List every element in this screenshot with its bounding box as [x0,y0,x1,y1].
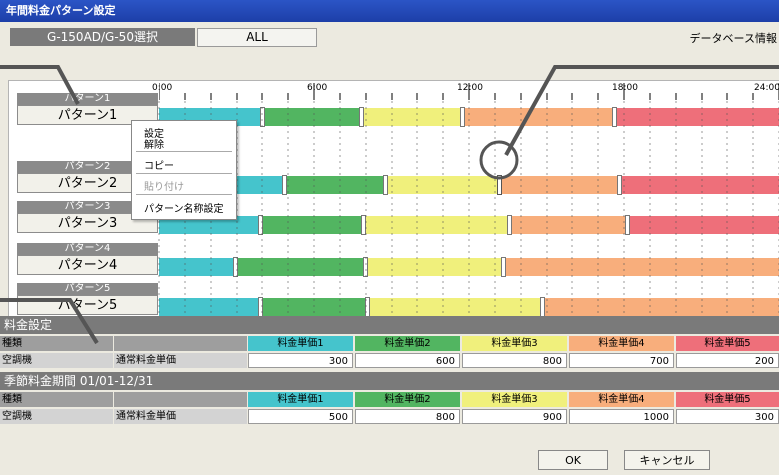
pattern-5-track[interactable] [159,297,779,317]
ruler-label-0: 0:00 [152,83,173,93]
p1-seg-price2[interactable] [265,108,361,126]
p2-seg-price4[interactable] [502,176,619,194]
p5-seg-price4[interactable] [545,298,779,316]
season-value-row: 空調機 通常料金単価 500 800 900 1000 300 [0,409,779,424]
pattern-5-label: パターン5 [17,283,158,295]
menu-item-paste: 貼り付け [144,182,184,193]
cancel-button[interactable]: キャンセル [624,450,710,470]
main-window: G-150AD/G-50選択 ALL データベース情報 0:00 6:00 12… [0,22,779,475]
price4-value[interactable]: 1000 [569,409,674,424]
season-header-row: 種類 料金単価1 料金単価2 料金単価3 料金単価4 料金単価5 [0,392,779,407]
p5-seg-price1[interactable] [159,298,260,316]
pattern-1-label: パターン1 [17,93,158,105]
pattern-4-label: パターン4 [17,243,158,255]
price5-value[interactable]: 300 [676,409,779,424]
price3-value[interactable]: 900 [462,409,567,424]
kind-header [114,392,247,407]
p4-seg-price4[interactable] [506,258,779,276]
menu-item-clear[interactable]: 解除 [144,136,164,151]
pattern-3-track[interactable] [159,215,779,235]
p4-seg-price2[interactable] [238,258,365,276]
database-info-label: データベース情報 [689,32,777,45]
p1-seg-price3[interactable] [364,108,462,126]
ruler-label-6: 6:00 [307,83,328,93]
kind-header [114,336,247,351]
rate-header-row: 種類 料金単価1 料金単価2 料金単価3 料金単価4 料金単価5 [0,336,779,351]
p3-seg-price2[interactable] [263,216,363,234]
p5-seg-price2[interactable] [263,298,367,316]
rate-section-header: 料金設定 [0,316,779,334]
pattern-1-track[interactable] [159,107,779,127]
price2-header: 料金単価2 [355,392,460,407]
p1-seg-price5[interactable] [617,108,779,126]
ruler-label-18: 18:00 [612,83,638,93]
pattern-panel: 0:00 6:00 12:00 18:00 24:00 パターン1 パターン1 … [8,80,779,322]
rate-value-row: 空調機 通常料金単価 300 600 800 700 200 [0,353,779,368]
ruler-label-12: 12:00 [457,83,483,93]
p2-seg-price2[interactable] [287,176,385,194]
type-header: 種類 [0,336,113,351]
price5-header: 料金単価5 [676,392,779,407]
p5-seg-price3[interactable] [370,298,542,316]
price3-value[interactable]: 800 [462,353,567,368]
title-bar: 年間料金パターン設定 [0,0,779,22]
price5-value[interactable]: 200 [676,353,779,368]
row-kind: 通常料金単価 [114,409,247,424]
menu-separator [136,173,232,174]
price1-value[interactable]: 500 [248,409,353,424]
price2-value[interactable]: 600 [355,353,460,368]
window-title: 年間料金パターン設定 [6,4,116,17]
p3-seg-price3[interactable] [366,216,508,234]
price1-header: 料金単価1 [248,336,353,351]
p3-seg-price5[interactable] [630,216,779,234]
type-header: 種類 [0,392,113,407]
context-menu: 設定 解除 コピー 貼り付け パターン名称設定 [131,120,237,220]
row-kind: 通常料金単価 [114,353,247,368]
row-type: 空調機 [0,409,113,424]
price4-header: 料金単価4 [569,392,674,407]
price3-header: 料金単価3 [462,336,567,351]
season-section-header: 季節料金期間 01/01-12/31 [0,372,779,390]
price4-value[interactable]: 700 [569,353,674,368]
pattern-4-button[interactable]: パターン4 [17,255,158,275]
p4-seg-price1[interactable] [159,258,235,276]
pattern-4-track[interactable] [159,257,779,277]
row-type: 空調機 [0,353,113,368]
p1-seg-price4[interactable] [465,108,614,126]
price1-value[interactable]: 300 [248,353,353,368]
price4-header: 料金単価4 [569,336,674,351]
price2-value[interactable]: 800 [355,409,460,424]
price3-header: 料金単価3 [462,392,567,407]
price5-header: 料金単価5 [676,336,779,351]
ok-button[interactable]: OK [538,450,608,470]
menu-separator [136,194,232,195]
menu-item-copy[interactable]: コピー [144,157,174,172]
price1-header: 料金単価1 [248,392,353,407]
p3-seg-price4[interactable] [512,216,627,234]
p4-seg-price3[interactable] [368,258,502,276]
controller-select-label: G-150AD/G-50選択 [10,28,195,46]
pattern-5-button[interactable]: パターン5 [17,295,158,315]
ruler-label-24: 24:00 [754,83,779,93]
pattern-2-track[interactable] [159,175,779,195]
menu-separator [136,151,232,152]
menu-item-pattern-name[interactable]: パターン名称設定 [144,200,224,215]
p2-seg-price5[interactable] [622,176,779,194]
scope-field[interactable]: ALL [197,28,317,47]
p2-seg-price3[interactable] [388,176,498,194]
price2-header: 料金単価2 [355,336,460,351]
